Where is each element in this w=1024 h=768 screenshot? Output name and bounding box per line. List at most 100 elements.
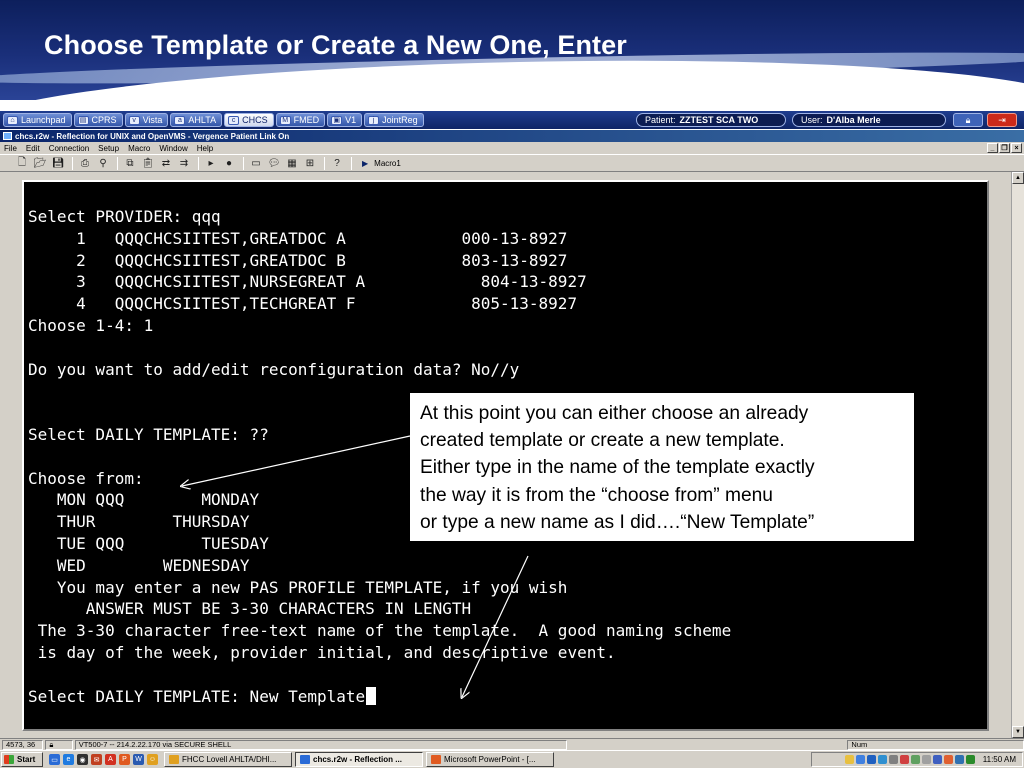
callout-line: created template or create a new templat… (420, 430, 785, 452)
launcher-app-fmed[interactable]: M FMED (275, 113, 326, 127)
tray-icon[interactable] (855, 755, 865, 764)
doc-close-button[interactable]: × (1011, 143, 1022, 153)
terminal-line: Select PROVIDER: qqq (28, 207, 221, 226)
app-launcher-bar: ⌂ Launchpad ▤ CPRS v Vista a AHLTA c CHCS M FM… (0, 111, 1024, 129)
tray-icon[interactable] (965, 755, 975, 764)
powerpoint-icon (431, 755, 441, 764)
status-bar: 4573, 36 🔒︎ VT500-7 -- 214.2.22.170 via … (0, 738, 1024, 750)
display-setup-icon[interactable]: ▦ (284, 156, 300, 170)
tray-icon[interactable] (932, 755, 942, 764)
terminal-line: WED WEDNESDAY (28, 555, 250, 575)
quicklaunch-misc-icon[interactable]: ☺ (147, 754, 158, 765)
callout-line: Either type in the name of the template … (420, 457, 815, 479)
fmed-icon: M (279, 115, 291, 125)
start-button[interactable]: Start (1, 752, 43, 767)
launcher-app-vista[interactable]: v Vista (124, 113, 169, 127)
chcs-icon: c (228, 115, 240, 125)
cprs-icon: ▤ (77, 115, 89, 125)
exit-button[interactable]: ⇥ (987, 113, 1017, 127)
menu-bar: File Edit Connection Setup Macro Window … (0, 142, 1024, 154)
launcher-app-chcs[interactable]: c CHCS (224, 113, 274, 127)
tray-icon[interactable] (866, 755, 876, 764)
patient-context[interactable]: Patient: ZZTEST SCA TWO (636, 113, 786, 127)
record-macro-icon[interactable]: ● (221, 156, 237, 170)
menu-setup[interactable]: Setup (98, 144, 119, 153)
quicklaunch-app-icon[interactable]: ◉ (77, 754, 88, 765)
tray-icon[interactable] (921, 755, 931, 764)
user-context[interactable]: User: D'Alba Merle (792, 113, 946, 127)
quicklaunch-outlook-icon[interactable]: ✉ (91, 754, 102, 765)
tray-icon[interactable] (943, 755, 953, 764)
tray-icon[interactable] (888, 755, 898, 764)
slide-header: Choose Template or Create a New One, Ent… (0, 0, 1024, 100)
session-window-icon[interactable]: ▭ (248, 156, 264, 170)
task-button-powerpoint[interactable]: Microsoft PowerPoint - [... (426, 752, 554, 767)
terminal-line: Do you want to add/edit reconfiguration … (28, 359, 520, 379)
print-icon[interactable]: ⎙ (77, 156, 93, 170)
terminal-line: 3 QQQCHCSIITEST,NURSEGREAT A 804-13-8927 (28, 272, 587, 292)
system-tray: 11:50 AM (811, 752, 1023, 767)
new-document-icon[interactable]: 🗋 (14, 156, 30, 170)
launcher-app-jointreg[interactable]: j JointReg (364, 113, 424, 127)
save-icon[interactable]: 💾︎ (50, 156, 66, 170)
launcher-app-launchpad[interactable]: ⌂ Launchpad (3, 113, 72, 127)
quicklaunch-word-icon[interactable]: W (133, 754, 144, 765)
scroll-up-icon[interactable]: ▲ (1012, 172, 1024, 184)
menu-macro[interactable]: Macro (128, 144, 150, 153)
open-folder-icon[interactable]: 📂︎ (32, 156, 48, 170)
exit-icon: ⇥ (998, 114, 1006, 125)
terminal-line: 2 QQQCHCSIITEST,GREATDOC B 803-13-8927 (28, 250, 568, 270)
menu-help[interactable]: Help (197, 144, 213, 153)
slide-title: Choose Template or Create a New One, Ent… (44, 30, 627, 60)
jointreg-icon: j (368, 115, 380, 125)
task-button-ahlta[interactable]: FHCC Lovell AHLTA/DHI... (164, 752, 292, 767)
ahlta-icon: a (174, 115, 186, 125)
terminal-line: 1 QQQCHCSIITEST,GREATDOC A 000-13-8927 (28, 228, 568, 248)
connect-icon[interactable]: ⇄ (158, 156, 174, 170)
macro-selector[interactable]: ▶ Macro1 (362, 159, 401, 168)
quicklaunch-ie-icon[interactable]: e (63, 754, 74, 765)
launcher-app-v1[interactable]: ▣ V1 (327, 113, 363, 127)
launcher-app-ahlta[interactable]: a AHLTA (170, 113, 223, 127)
vertical-scrollbar[interactable]: ▲ ▼ (1011, 172, 1024, 738)
task-button-reflection[interactable]: chcs.r2w - Reflection ... (295, 752, 423, 767)
window-title: chcs.r2w - Reflection for UNIX and OpenV… (15, 131, 290, 141)
callout-line: the way it is from the “choose from” men… (420, 484, 773, 506)
run-macro-icon[interactable]: ▸ (203, 156, 219, 170)
reflection-app-icon (3, 132, 12, 140)
terminal-line: is day of the week, provider initial, an… (28, 642, 616, 662)
find-binoculars-icon[interactable]: ⚲ (95, 156, 111, 170)
quicklaunch-ppt-icon[interactable]: P (119, 754, 130, 765)
tray-icon[interactable] (954, 755, 964, 764)
tray-icon[interactable] (877, 755, 887, 764)
transfer-icon[interactable]: ⇉ (176, 156, 192, 170)
terminal-line: 4 QQQCHCSIITEST,TECHGREAT F 805-13-8927 (28, 294, 578, 314)
toolbar-separator (72, 156, 73, 170)
menu-window[interactable]: Window (159, 144, 187, 153)
windows-flag-icon (4, 755, 14, 764)
keyboard-map-icon[interactable]: ⊞ (302, 156, 318, 170)
chat-icon[interactable]: 💬︎ (266, 156, 282, 170)
lock-button[interactable]: 🔒︎ (953, 113, 983, 127)
toolbar-separator (117, 156, 118, 170)
quicklaunch-pdf-icon[interactable]: A (105, 754, 116, 765)
paste-icon[interactable]: 📋︎ (140, 156, 156, 170)
numlock-indicator: Num (847, 739, 1024, 750)
doc-minimize-button[interactable]: _ (987, 143, 998, 153)
menu-file[interactable]: File (4, 144, 17, 153)
window-title-bar: chcs.r2w - Reflection for UNIX and OpenV… (0, 130, 1024, 142)
menu-edit[interactable]: Edit (26, 144, 40, 153)
tray-icon[interactable] (899, 755, 909, 764)
launchpad-icon: ⌂ (7, 115, 18, 125)
launcher-app-cprs[interactable]: ▤ CPRS (73, 113, 123, 127)
terminal-line: Choose 1-4: 1 (28, 315, 154, 335)
scroll-down-icon[interactable]: ▼ (1012, 726, 1024, 738)
tray-icon[interactable] (844, 755, 854, 764)
tray-icon[interactable] (910, 755, 920, 764)
copy-icon[interactable]: ⧉ (122, 156, 138, 170)
doc-restore-button[interactable]: ❐ (999, 143, 1010, 153)
quicklaunch-desktop-icon[interactable]: ▭ (49, 754, 60, 765)
context-help-icon[interactable]: ? (329, 156, 345, 170)
menu-connection[interactable]: Connection (49, 144, 89, 153)
